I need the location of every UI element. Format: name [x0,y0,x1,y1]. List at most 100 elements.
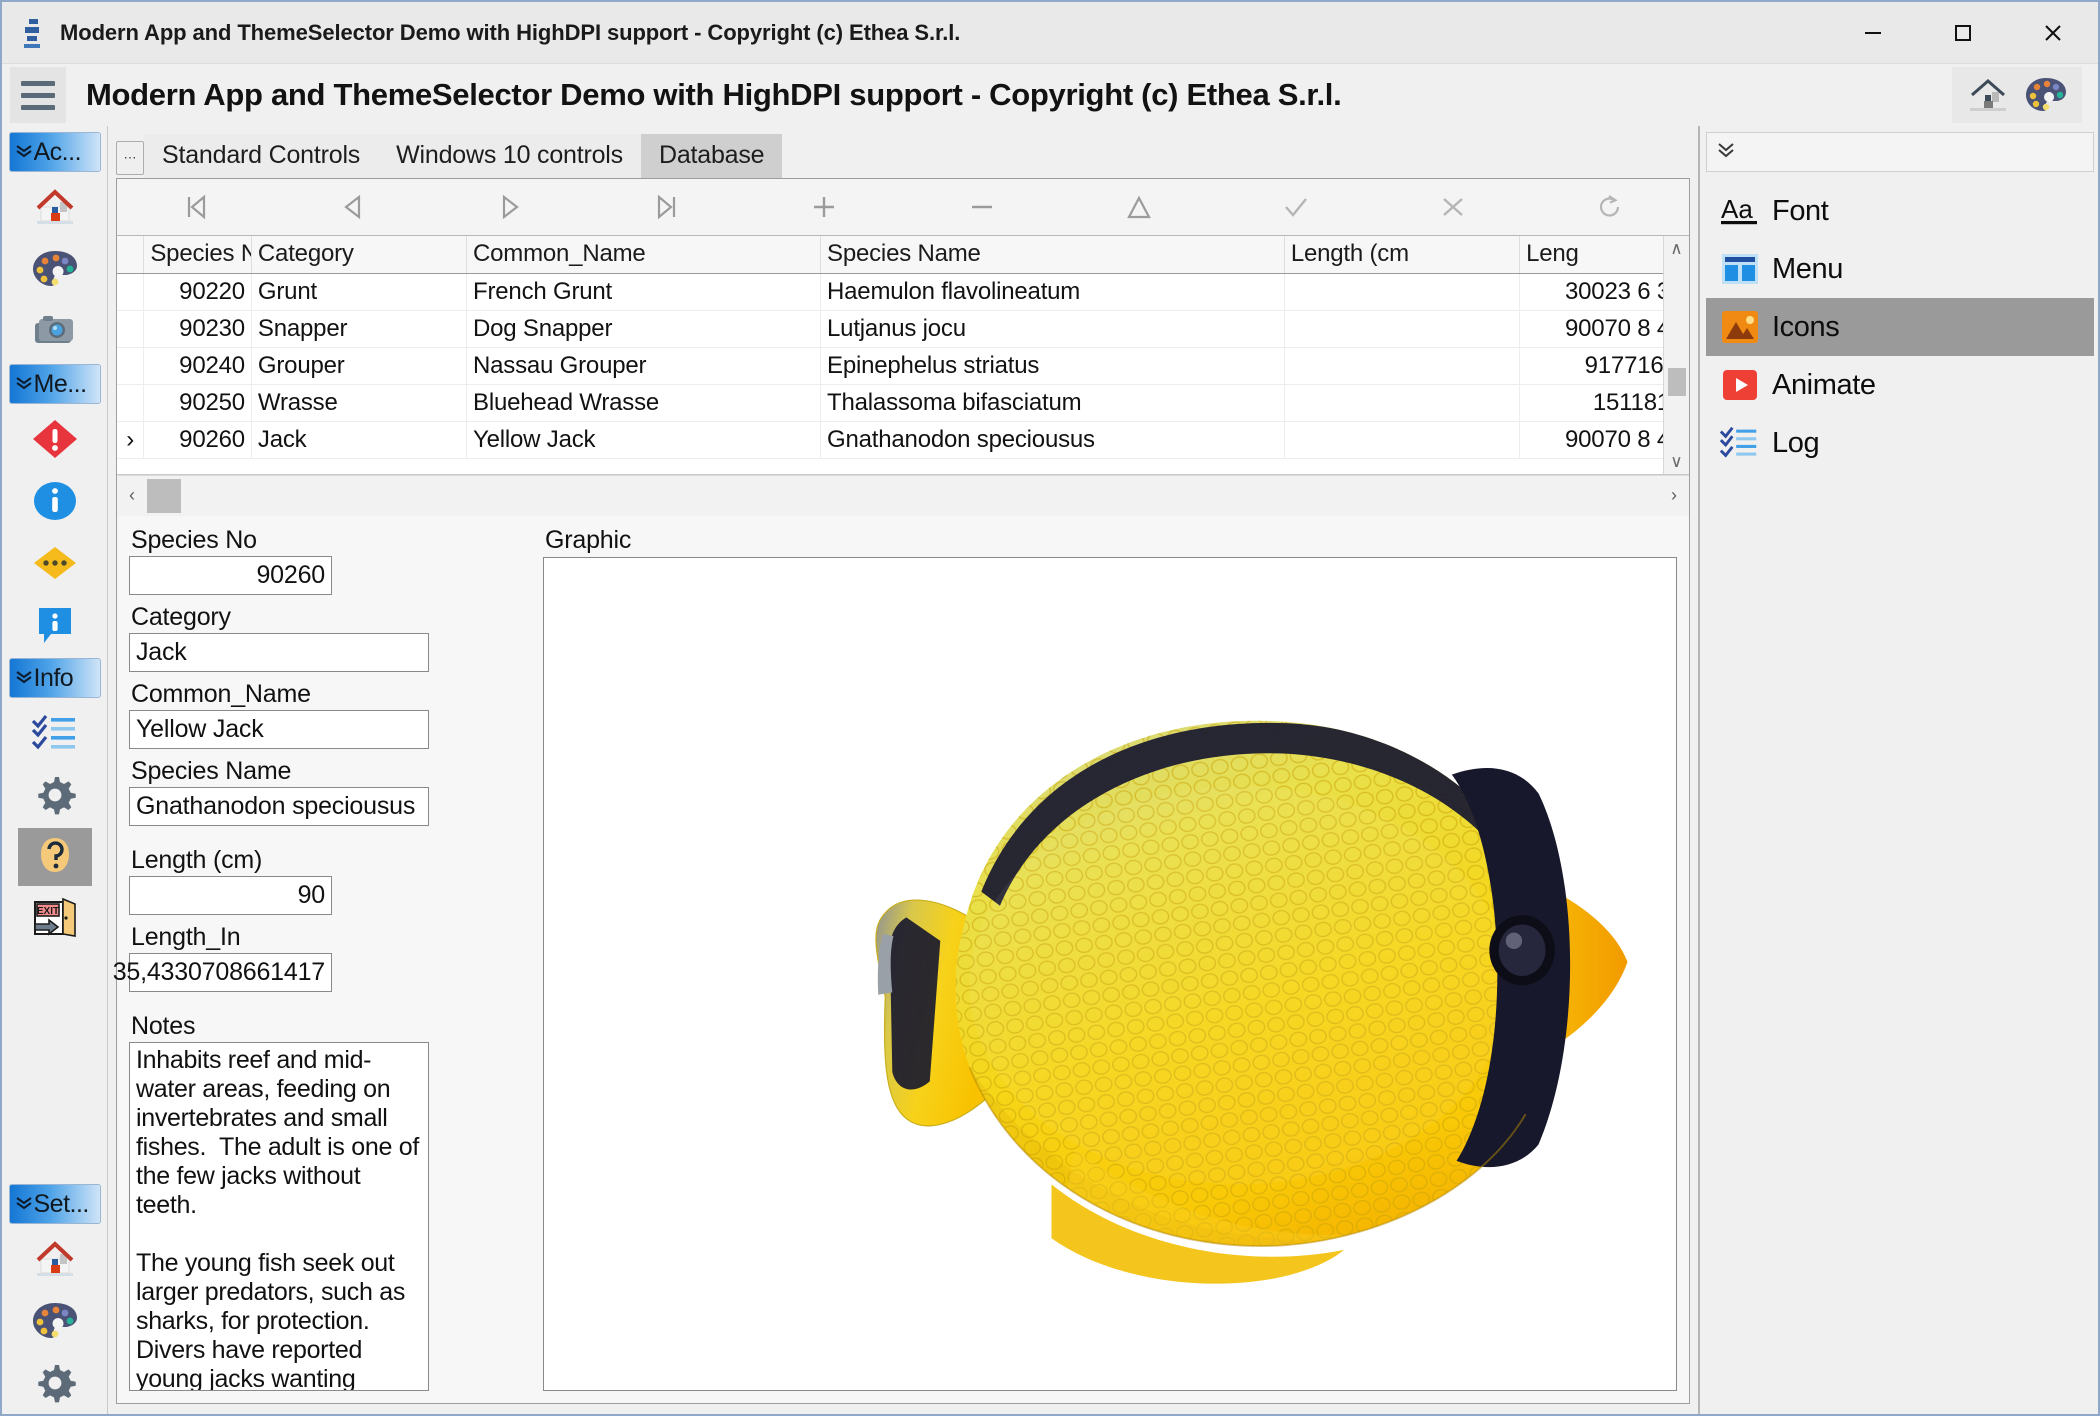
right-panel-item-menu[interactable]: Menu [1706,240,2094,298]
column-header-species-no[interactable]: Species Nc [144,236,252,274]
application-window: Modern App and ThemeSelector Demo with H… [0,0,2100,1416]
cell-common-name: Yellow Jack [467,422,821,459]
right-panel-header[interactable] [1706,132,2094,172]
label-species-name: Species Name [131,757,529,785]
chevron-down-icon [14,1195,34,1213]
scroll-up-icon[interactable]: ∧ [1670,240,1682,257]
grid-horizontal-scrollbar[interactable]: ‹ › [117,475,1689,516]
home-icon[interactable] [1962,71,2014,119]
right-panel-item-label: Icons [1772,311,1839,344]
sidebar-settings-home-icon[interactable] [18,1230,92,1288]
tab-list: Standard Controls Windows 10 controls Da… [144,134,782,178]
last-record-button[interactable] [589,179,746,235]
species-no-field[interactable]: 90260 [129,556,332,595]
species-name-field[interactable]: Gnathanodon speciousus [129,787,429,826]
sidebar-group-messages[interactable]: Me... [9,364,101,404]
grid-vertical-scrollbar[interactable]: ∧ ∨ [1663,236,1689,474]
cell-length-cm [1284,385,1519,422]
table-row[interactable]: › 90260 Jack Yellow Jack Gnathanodon spe… [117,422,1663,459]
right-panel-item-icons[interactable]: Icons [1706,298,2094,356]
palette-icon[interactable] [2020,71,2072,119]
notes-textarea[interactable]: Inhabits reef and mid-water areas, feedi… [129,1042,429,1391]
category-field[interactable]: Jack [129,633,429,672]
sidebar-settings-gear-icon[interactable] [18,1354,92,1412]
table-row[interactable]: 90230 Snapper Dog Snapper Lutjanus jocu … [117,311,1663,348]
cell-length-in: 30023 6 3 [1520,274,1663,311]
scroll-left-icon[interactable]: ‹ [117,485,147,506]
right-panel-item-font[interactable]: Aa Font [1706,182,2094,240]
sidebar-gear-icon[interactable] [18,766,92,824]
cell-length-cm [1284,422,1519,459]
first-record-button[interactable] [117,179,274,235]
sidebar-palette-icon[interactable] [18,240,92,298]
scroll-down-icon[interactable]: ∨ [1670,453,1682,470]
sidebar-group-actions[interactable]: Ac... [9,132,101,172]
table-row[interactable]: 90220 Grunt French Grunt Haemulon flavol… [117,274,1663,311]
tab-standard-controls[interactable]: Standard Controls [144,134,378,178]
right-panel-item-log[interactable]: Log [1706,414,2094,472]
post-record-button[interactable] [1217,179,1374,235]
data-grid: Species Nc Category Common_Name Species … [117,236,1689,475]
refresh-record-button[interactable] [1532,179,1689,235]
column-header-species-name[interactable]: Species Name [821,236,1285,274]
length-cm-field[interactable]: 90 [129,876,332,915]
tab-database[interactable]: Database [641,134,782,178]
check-icon [1279,192,1313,222]
sidebar-checklist-icon[interactable] [18,704,92,762]
horizontal-scroll-thumb[interactable] [147,479,181,513]
minimize-button[interactable] [1828,2,1918,64]
window-title: Modern App and ThemeSelector Demo with H… [60,20,960,46]
sidebar-home-icon[interactable] [18,178,92,236]
table-row[interactable]: 90240 Grouper Nassau Grouper Epinephelus… [117,348,1663,385]
delete-record-button[interactable] [903,179,1060,235]
sidebar-info-balloon-icon[interactable] [18,596,92,654]
sidebar-help-face-icon[interactable] [18,828,92,886]
sidebar-error-diamond-icon[interactable] [18,410,92,468]
menu-layout-icon [1718,247,1762,291]
sidebar-settings-palette-icon[interactable] [18,1292,92,1350]
vertical-scroll-thumb[interactable] [1668,368,1686,396]
right-panel: Aa Font Menu [1698,126,2098,1414]
cancel-record-button[interactable] [1375,179,1532,235]
prior-record-button[interactable] [274,179,431,235]
close-button[interactable] [2008,2,2098,64]
length-in-field[interactable]: 35,4330708661417 [129,953,332,992]
cell-common-name: Nassau Grouper [467,348,821,385]
chevron-down-icon [14,375,34,393]
sidebar-camera-icon[interactable] [18,302,92,360]
common-name-field[interactable]: Yellow Jack [129,710,429,749]
butterflyfish-photo [578,599,1642,1348]
sidebar-warning-dots-diamond-icon[interactable] [18,534,92,592]
chevron-down-icon [14,143,34,161]
chevron-down-icon[interactable] [1715,142,1737,162]
detail-fields: Species No 90260 Category Jack Common_Na… [129,526,529,1391]
horizontal-scroll-track[interactable] [147,476,1659,516]
edit-record-button[interactable] [1060,179,1217,235]
cell-common-name: Bluehead Wrasse [467,385,821,422]
cell-species-name: Thalassoma bifasciatum [821,385,1285,422]
row-indicator [117,348,144,385]
hamburger-menu-icon[interactable] [10,67,66,123]
tab-overflow-icon[interactable]: ⋯ [116,141,144,175]
label-category: Category [131,603,529,631]
right-panel-item-animate[interactable]: Animate [1706,356,2094,414]
sidebar-group-settings[interactable]: Set... [9,1184,101,1224]
table-row[interactable]: 90250 Wrasse Bluehead Wrasse Thalassoma … [117,385,1663,422]
minimize-icon [1860,20,1886,46]
scroll-right-icon[interactable]: › [1659,485,1689,506]
sidebar-group-info[interactable]: Info [9,658,101,698]
column-header-common-name[interactable]: Common_Name [467,236,821,274]
next-record-button[interactable] [431,179,588,235]
tab-windows-10-controls[interactable]: Windows 10 controls [378,134,641,178]
row-indicator [117,274,144,311]
cell-species-no: 90220 [144,274,252,311]
column-header-length-in[interactable]: Leng [1520,236,1663,274]
sidebar-info-circle-icon[interactable] [18,472,92,530]
column-header-category[interactable]: Category [251,236,466,274]
column-header-length-cm[interactable]: Length (cm [1284,236,1519,274]
data-grid-viewport: Species Nc Category Common_Name Species … [117,236,1663,474]
sidebar-exit-door-icon[interactable]: EXIT [18,890,92,948]
label-notes: Notes [131,1012,529,1040]
insert-record-button[interactable] [746,179,903,235]
maximize-button[interactable] [1918,2,2008,64]
